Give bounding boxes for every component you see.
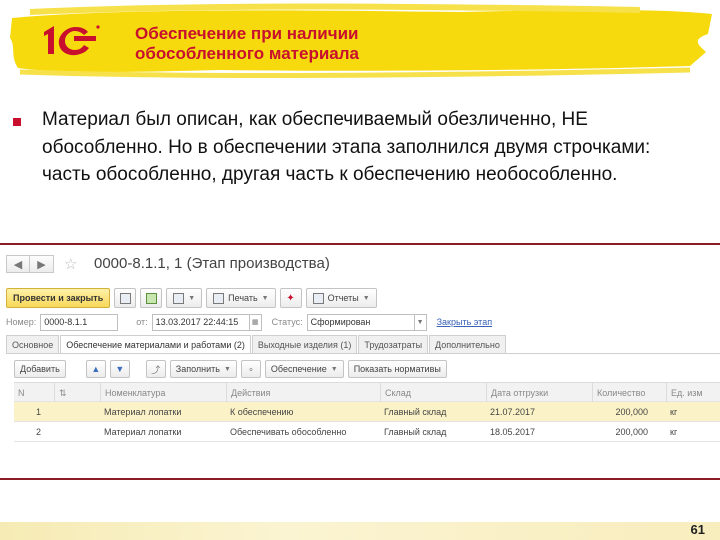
report-icon	[312, 292, 324, 304]
slide-title: Обеспечение при наличии обособленного ма…	[135, 24, 359, 64]
col-warehouse[interactable]: Склад	[380, 383, 486, 403]
row-date: 18.05.2017	[490, 427, 536, 437]
1c-logo	[40, 22, 104, 58]
row-number: 2	[36, 427, 42, 437]
status-field[interactable]: Сформирован	[306, 313, 415, 331]
link-icon[interactable]: ∘	[240, 360, 261, 378]
slide-header: Обеспечение при наличии обособленного ма…	[0, 0, 720, 80]
edo-icon[interactable]: ✦	[279, 288, 302, 308]
tab-bar: Основное Обеспечение материалами и работ…	[6, 335, 507, 353]
reports-button[interactable]: Отчеты ▼	[305, 288, 377, 308]
footer-strip	[0, 522, 720, 540]
title-line-2: обособленного материала	[135, 44, 360, 63]
show-norms-button[interactable]: Показать нормативы	[347, 360, 447, 378]
row-warehouse: Главный склад	[384, 427, 447, 437]
move-up-icon[interactable]: ▲	[85, 360, 106, 378]
table-row[interactable]: 2 Материал лопатки Обеспечивать обособле…	[14, 422, 720, 442]
bullet-marker	[13, 118, 21, 126]
date-field[interactable]: 13.03.2017 22:44:15	[151, 313, 250, 331]
table-toolbar: Добавить ▲ ▼ ⤴ Заполнить ▼ ∘ Обеспечение ▼…	[14, 360, 451, 378]
provision-button[interactable]: Обеспечение ▼	[264, 360, 344, 378]
chevron-down-icon: ▼	[261, 294, 269, 302]
row-qty: 200,000	[615, 407, 648, 417]
printer-icon	[213, 292, 225, 304]
tab-additional[interactable]: Дополнительно	[429, 335, 506, 353]
col-unit[interactable]: Ед. изм	[666, 383, 720, 403]
document-toolbar: Провести и закрыть ▼ Печать ▼ ✦ Отчеты ▼	[6, 288, 381, 308]
row-item: Материал лопатки	[104, 407, 182, 417]
related-docs-button[interactable]: ▼	[166, 288, 203, 308]
number-field[interactable]: 0000-8.1.1	[40, 313, 119, 331]
row-date: 21.07.2017	[490, 407, 536, 417]
tab-labor[interactable]: Трудозатраты	[358, 335, 429, 353]
move-down-icon[interactable]: ▼	[109, 360, 130, 378]
chevron-down-icon: ▼	[223, 365, 231, 373]
title-line-1: Обеспечение при наличии	[135, 24, 359, 43]
row-qty: 200,000	[615, 427, 648, 437]
status-label: Статус:	[271, 317, 303, 327]
calendar-icon[interactable]: ▦	[249, 313, 262, 331]
bullet-text: Материал был описан, как обеспечиваемый …	[42, 109, 651, 185]
col-n[interactable]: N	[14, 383, 54, 403]
col-ship-date[interactable]: Дата отгрузки	[486, 383, 592, 403]
tab-output-products[interactable]: Выходные изделия (1)	[251, 335, 358, 353]
post-and-close-button[interactable]: Провести и закрыть	[6, 288, 111, 308]
reports-label: Отчеты	[327, 293, 359, 303]
app-screenshot: ◀ ▶ ☆ 0000-8.1.1, 1 (Этап производства) …	[0, 243, 720, 480]
post-icon[interactable]	[140, 288, 163, 308]
page-number: 61	[690, 522, 705, 537]
col-action[interactable]: Действия	[226, 383, 380, 403]
arrow-right-icon[interactable]: ▶	[30, 255, 54, 273]
arrow-left-icon[interactable]: ◀	[6, 255, 30, 273]
yellow-brush-highlight	[10, 3, 712, 79]
provision-table: N ⇅ Номенклатура Действия Склад Дата отг…	[14, 382, 720, 442]
print-button[interactable]: Печать ▼	[206, 288, 276, 308]
add-button[interactable]: Добавить	[14, 360, 66, 378]
chevron-down-icon[interactable]: ▼	[414, 313, 427, 331]
tab-main[interactable]: Основное	[6, 335, 60, 353]
chevron-down-icon: ▼	[362, 294, 370, 302]
chevron-down-icon: ▼	[330, 365, 338, 373]
row-warehouse: Главный склад	[384, 407, 447, 417]
documents-icon	[173, 292, 185, 304]
row-number: 1	[36, 407, 42, 417]
col-link-icon[interactable]: ⇅	[54, 383, 98, 403]
nav-bar: ◀ ▶ ☆	[6, 255, 77, 273]
table-row[interactable]: 1 Материал лопатки К обеспечению Главный…	[14, 402, 720, 422]
col-item[interactable]: Номенклатура	[100, 383, 226, 403]
row-action: К обеспечению	[230, 407, 294, 417]
number-label: Номер:	[6, 317, 37, 327]
row-item: Материал лопатки	[104, 427, 182, 437]
fill-label: Заполнить	[175, 364, 220, 374]
col-qty[interactable]: Количество	[592, 383, 666, 403]
row-unit: кг	[670, 407, 678, 417]
row-unit: кг	[670, 427, 678, 437]
date-label: от:	[136, 317, 148, 327]
provision-label: Обеспечение	[270, 364, 327, 374]
split-row-icon[interactable]: ⤴	[145, 360, 166, 378]
fill-button[interactable]: Заполнить ▼	[169, 360, 237, 378]
star-icon[interactable]: ☆	[64, 255, 77, 273]
close-stage-link[interactable]: Закрыть этап	[437, 317, 492, 327]
table-header: N ⇅ Номенклатура Действия Склад Дата отг…	[14, 382, 720, 403]
tab-divider	[6, 353, 720, 354]
print-label: Печать	[228, 293, 258, 303]
tab-provision[interactable]: Обеспечение материалами и работами (2)	[60, 335, 251, 353]
header-fields: Номер: 0000-8.1.1 от: 13.03.2017 22:44:1…	[6, 313, 492, 331]
save-icon[interactable]	[114, 288, 137, 308]
chevron-down-icon: ▼	[188, 294, 196, 302]
row-action: Обеспечивать обособленно	[230, 427, 347, 437]
document-title: 0000-8.1.1, 1 (Этап производства)	[94, 255, 330, 272]
